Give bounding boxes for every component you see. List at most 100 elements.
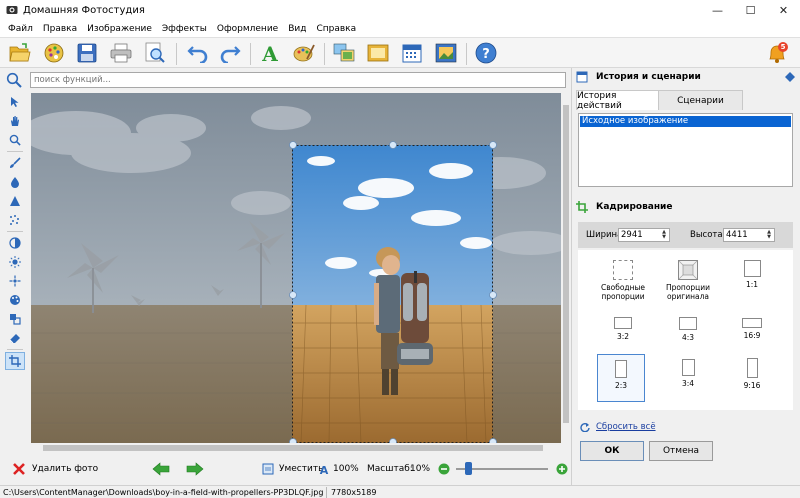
- zoom-100-button[interactable]: A 100%: [318, 455, 359, 483]
- svg-text:A: A: [320, 464, 329, 475]
- height-spinner[interactable]: ▲ ▼: [765, 230, 773, 240]
- left-toolbar: [5, 93, 25, 373]
- height-input[interactable]: 4411 ▲ ▼: [723, 228, 775, 242]
- palette-tool-icon[interactable]: [5, 291, 25, 309]
- history-item-original[interactable]: Исходное изображение: [580, 116, 791, 127]
- frame-icon[interactable]: [366, 41, 390, 65]
- width-spinner[interactable]: ▲ ▼: [660, 230, 668, 240]
- fit-button[interactable]: Уместить: [262, 455, 323, 483]
- crop-option-free[interactable]: Свободные пропорции: [599, 260, 647, 308]
- calendar-icon[interactable]: [400, 41, 424, 65]
- contrast-tool-icon[interactable]: [5, 234, 25, 252]
- redo-icon[interactable]: [218, 41, 242, 65]
- search-icon[interactable]: [6, 72, 22, 88]
- color-balance-tool-icon[interactable]: [5, 272, 25, 290]
- crop-option-label: 1:1: [745, 280, 759, 289]
- tab-scenarios[interactable]: Сценарии: [659, 90, 743, 110]
- toolbar-separator: [324, 43, 325, 65]
- replace-tool-icon[interactable]: [5, 310, 25, 328]
- undo-icon[interactable]: [186, 41, 210, 65]
- menu-file[interactable]: Файл: [3, 24, 38, 34]
- collage-icon[interactable]: [332, 41, 356, 65]
- ratio-16-9-icon: [742, 318, 762, 328]
- menu-image[interactable]: Изображение: [82, 24, 157, 34]
- ratio-3-4-icon: [681, 359, 695, 376]
- print-icon[interactable]: [109, 41, 133, 65]
- delete-photo-label: Удалить фото: [32, 464, 99, 474]
- ratio-2-3-icon: [615, 360, 627, 378]
- zoom-out-button[interactable]: [438, 455, 450, 483]
- crop-option-original[interactable]: Пропорции оригинала: [664, 260, 712, 308]
- image-canvas[interactable]: [31, 93, 561, 443]
- crop-option-2-3[interactable]: 2:3: [597, 354, 645, 402]
- close-button[interactable]: ✕: [767, 0, 800, 20]
- crop-option-label: 16:9: [743, 331, 761, 340]
- history-tabs: История действий Сценарии: [576, 90, 797, 111]
- svg-text:A: A: [261, 42, 278, 64]
- zoom-in-button[interactable]: [556, 455, 568, 483]
- status-bar: C:\Users\ContentManager\Downloads\boy-in…: [0, 485, 800, 498]
- save-icon[interactable]: [75, 41, 99, 65]
- fit-label: Уместить: [279, 464, 324, 474]
- menu-view[interactable]: Вид: [283, 24, 311, 34]
- menu-help[interactable]: Справка: [311, 24, 361, 34]
- crop-option-1-1[interactable]: 1:1: [728, 260, 776, 308]
- crop-option-3-4[interactable]: 3:4: [664, 354, 712, 402]
- free-ratio-icon: [613, 260, 633, 280]
- crop-header: Кадрирование: [572, 198, 800, 216]
- sharpen-tool-icon[interactable]: [5, 192, 25, 210]
- eraser-tool-icon[interactable]: [5, 329, 25, 347]
- width-input[interactable]: 2941 ▲ ▼: [618, 228, 670, 242]
- horizontal-scrollbar[interactable]: [31, 443, 561, 453]
- minimize-button[interactable]: —: [701, 0, 734, 20]
- vertical-scroll-thumb[interactable]: [563, 105, 569, 423]
- menu-edit[interactable]: Правка: [38, 24, 82, 34]
- palette-disc-icon[interactable]: [42, 41, 66, 65]
- menu-design[interactable]: Оформление: [212, 24, 283, 34]
- postcard-icon[interactable]: [434, 41, 458, 65]
- ratio-9-16-icon: [746, 358, 758, 378]
- reset-all-link[interactable]: Сбросить всё: [596, 422, 656, 432]
- maximize-button[interactable]: ☐: [734, 0, 767, 20]
- crop-proportions-grid: Свободные пропорции Пропорции оригинала …: [578, 250, 793, 410]
- window-title: Домашняя Фотостудия: [23, 4, 145, 16]
- crop-option-9-16[interactable]: 9:16: [728, 354, 776, 402]
- vertical-scrollbar[interactable]: [561, 93, 571, 443]
- search-input[interactable]: [30, 72, 566, 88]
- ok-button[interactable]: ОК: [580, 441, 644, 461]
- photo[interactable]: [31, 93, 561, 443]
- menu-effects[interactable]: Эффекты: [157, 24, 212, 34]
- drop-tool-icon[interactable]: [5, 173, 25, 191]
- next-photo-button[interactable]: [186, 455, 204, 483]
- noise-tool-icon[interactable]: [5, 211, 25, 229]
- crop-option-label: 4:3: [681, 333, 695, 342]
- reset-all[interactable]: Сбросить всё: [580, 420, 656, 434]
- ratio-4-3-icon: [679, 317, 697, 330]
- notifications-bell-icon[interactable]: 5: [766, 42, 788, 64]
- delete-photo-button[interactable]: Удалить фото: [12, 455, 98, 483]
- preview-icon[interactable]: [143, 41, 167, 65]
- paint-palette-icon[interactable]: [292, 41, 316, 65]
- open-folder-icon[interactable]: [8, 41, 32, 65]
- zoom-tool-icon[interactable]: [5, 131, 25, 149]
- hand-tool-icon[interactable]: [5, 112, 25, 130]
- file-path: C:\Users\ContentManager\Downloads\boy-in…: [3, 487, 324, 497]
- zoom-slider[interactable]: [456, 455, 548, 483]
- cancel-button[interactable]: Отмена: [649, 441, 713, 461]
- tool-separator: [7, 231, 23, 232]
- title-bar: Домашняя Фотостудия — ☐ ✕: [0, 0, 800, 20]
- crop-tool-icon[interactable]: [5, 352, 25, 370]
- help-icon[interactable]: ?: [474, 41, 498, 65]
- previous-photo-button[interactable]: [152, 455, 170, 483]
- text-icon[interactable]: A: [258, 41, 282, 65]
- pointer-tool-icon[interactable]: [5, 93, 25, 111]
- panel-pin-icon[interactable]: [785, 72, 795, 82]
- app-icon: [6, 6, 18, 14]
- menu-bar: Файл Правка Изображение Эффекты Оформлен…: [0, 20, 800, 37]
- brush-tool-icon[interactable]: [5, 154, 25, 172]
- tab-history[interactable]: История действий: [576, 90, 659, 111]
- horizontal-scroll-thumb[interactable]: [43, 445, 543, 451]
- brightness-tool-icon[interactable]: [5, 253, 25, 271]
- reset-icon: [580, 422, 590, 432]
- zoom-slider-thumb[interactable]: [464, 462, 472, 475]
